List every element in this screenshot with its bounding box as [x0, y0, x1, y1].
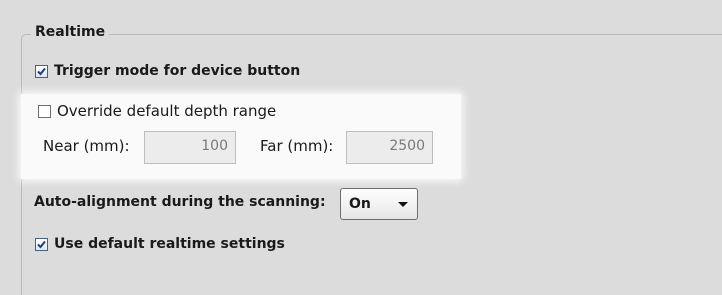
checkmark-icon	[37, 240, 46, 248]
near-input[interactable]: 100	[144, 131, 236, 164]
trigger-mode-checkbox[interactable]	[35, 64, 48, 78]
auto-alignment-value: On	[349, 196, 371, 212]
override-depth-checkbox-row[interactable]: Override default depth range	[38, 102, 276, 120]
group-title: Realtime	[31, 24, 110, 40]
auto-alignment-select[interactable]: On	[340, 188, 418, 220]
default-realtime-checkbox-row[interactable]: Use default realtime settings	[35, 236, 285, 252]
near-label: Near (mm):	[43, 137, 130, 155]
far-label: Far (mm):	[260, 137, 334, 155]
auto-alignment-label: Auto-alignment during the scanning:	[34, 194, 326, 210]
trigger-mode-checkbox-row[interactable]: Trigger mode for device button	[35, 63, 300, 79]
default-realtime-checkbox[interactable]	[35, 237, 48, 251]
default-realtime-label: Use default realtime settings	[54, 236, 285, 252]
far-input[interactable]: 2500	[346, 131, 433, 164]
chevron-down-icon	[398, 202, 408, 207]
override-depth-label: Override default depth range	[57, 102, 277, 120]
checkmark-icon	[37, 67, 46, 75]
trigger-mode-label: Trigger mode for device button	[54, 63, 301, 79]
override-depth-checkbox[interactable]	[38, 104, 51, 118]
